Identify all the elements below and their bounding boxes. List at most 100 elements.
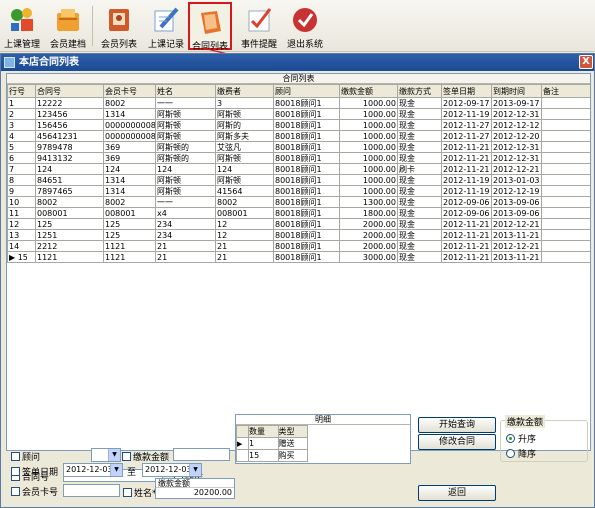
table-cell: 125 <box>35 218 104 230</box>
toolbar-contract-list-button[interactable]: 合同列表 <box>188 2 232 52</box>
close-button[interactable]: X <box>579 55 593 69</box>
chevron-down-icon: ▼ <box>108 449 120 461</box>
table-cell: 3000.00 <box>339 251 398 263</box>
table-row[interactable]: 3 156456 0000000008 阿斯顿 阿斯的 80018顾问1 1000.00 现金… <box>7 119 590 131</box>
name-checkbox[interactable]: 姓名* <box>123 486 157 499</box>
table-row[interactable]: 2 123456 1314 阿斯顿 阿斯顿 80018顾问1 1000.00 现金 2012-1… <box>7 108 590 120</box>
table-cell: 9789478 <box>35 141 104 153</box>
table-cell: 1314 <box>103 108 156 120</box>
table-cell <box>541 152 590 164</box>
column-header[interactable]: 缴款金额 <box>339 84 398 98</box>
table-cell: 123456 <box>35 108 104 120</box>
window-app-icon <box>4 57 15 68</box>
detail-grid[interactable]: 明细 数量 类型 ▶ 1 赠送 15 购买 <box>235 414 411 464</box>
toolbar-event-reminder-button[interactable]: 事件提醒 <box>238 2 280 50</box>
table-cell: 2013-09-06 <box>491 196 542 208</box>
toolbar-exit-button[interactable]: 退出系统 <box>285 2 325 50</box>
table-cell: 阿斯顿的 <box>155 141 216 153</box>
member-card-input[interactable] <box>63 484 120 497</box>
table-cell <box>541 185 590 197</box>
date-to-picker[interactable]: 2012-12-03 ▼ <box>142 463 202 477</box>
column-header[interactable]: 行号 <box>7 84 36 98</box>
table-cell: 阿斯的 <box>215 119 274 131</box>
member-card-checkbox[interactable]: 会员卡号 <box>11 485 58 498</box>
toolbar-class-record-button[interactable]: 上课记录 <box>146 2 186 50</box>
contract-grid[interactable]: 合同列表 行号 合同号 会员卡号 姓名 缴费者 顾问 缴款金额 缴款方式 签单日期 到期时间 备注 … <box>6 73 591 451</box>
table-cell: 125 <box>103 229 156 241</box>
table-row[interactable]: 6 9413132 369 阿斯顿的 阿斯顿 80018顾问1 1000.00 现金 2012-… <box>7 152 590 164</box>
column-header[interactable]: 备注 <box>541 84 590 98</box>
edit-contract-button[interactable]: 修改合同 <box>418 434 496 450</box>
table-cell: 阿斯顿 <box>155 174 216 186</box>
table-cell: 2012-11-21 <box>441 251 492 263</box>
table-row[interactable]: 4 45641231 0000000008 阿斯顿 阿斯多夫 80018顾问1 1000.0… <box>7 130 590 142</box>
column-header[interactable]: 姓名 <box>155 84 216 98</box>
sort-asc-radio[interactable]: 升序 <box>506 432 536 445</box>
table-row[interactable]: 8 84651 1314 阿斯顿 阿斯顿 80018顾问1 1000.00 现金 2012-11… <box>7 174 590 186</box>
table-cell <box>541 229 590 241</box>
table-cell: 4 <box>7 130 36 142</box>
table-cell: 80018顾问1 <box>273 185 340 197</box>
filter-panel-lower <box>6 500 591 508</box>
table-cell <box>541 218 590 230</box>
toolbar-class-manage-button[interactable]: 上课管理 <box>2 2 42 50</box>
column-header[interactable]: 缴费者 <box>215 84 274 98</box>
table-cell: 6 <box>7 152 36 164</box>
table-cell: 80018顾问1 <box>273 196 340 208</box>
back-button[interactable]: 返回 <box>418 485 496 501</box>
column-header[interactable]: 到期时间 <box>491 84 542 98</box>
column-header[interactable]: 会员卡号 <box>103 84 156 98</box>
table-cell: 1000.00 <box>339 174 398 186</box>
table-row[interactable]: 14 2212 1121 21 21 80018顾问1 2000.00 现金 2012-11-2… <box>7 240 590 252</box>
table-cell: 2012-12-31 <box>491 141 542 153</box>
detail-row[interactable]: ▶ 1 赠送 <box>236 437 308 450</box>
table-cell: 008001 <box>103 207 156 219</box>
table-cell: 1300.00 <box>339 196 398 208</box>
table-cell: 2013-09-17 <box>491 97 542 109</box>
table-cell: 21 <box>215 240 274 252</box>
table-cell: x4 <box>155 207 216 219</box>
column-header[interactable]: 合同号 <box>35 84 104 98</box>
class-record-icon <box>151 5 181 35</box>
table-cell: 1314 <box>103 185 156 197</box>
payment-amount-checkbox[interactable]: 缴款金额 <box>122 450 169 463</box>
column-header[interactable]: 缴款方式 <box>397 84 442 98</box>
table-row[interactable]: 13 1251 125 234 12 80018顾问1 2000.00 现金 2012-11-2… <box>7 229 590 241</box>
table-cell: 156456 <box>35 119 104 131</box>
table-cell: 80018顾问1 <box>273 97 340 109</box>
table-row[interactable]: 10 8002 8002 一一 8002 80018顾问1 1300.00 现金 2012-09… <box>7 196 590 208</box>
search-button[interactable]: 开始查询 <box>418 417 496 433</box>
table-cell: 2012-11-21 <box>441 163 492 175</box>
table-cell: 阿斯顿 <box>155 130 216 142</box>
table-cell: 124 <box>103 163 156 175</box>
table-cell: 现金 <box>397 130 442 142</box>
contract-list-window: 本店合同列表 X 合同列表 行号 合同号 会员卡号 姓名 缴费者 顾问 缴款金额 缴款方式 签单… <box>0 53 595 508</box>
date-from-picker[interactable]: 2012-12-03 ▼ <box>63 463 123 477</box>
table-cell: 阿斯顿 <box>215 108 274 120</box>
payment-amount-input[interactable] <box>173 448 230 461</box>
consultant-select[interactable]: ▼ <box>91 448 121 462</box>
toolbar-member-file-button[interactable]: 会员建档 <box>48 2 88 50</box>
table-cell: 80018顾问1 <box>273 174 340 186</box>
consultant-checkbox[interactable]: 顾问 <box>11 450 40 463</box>
table-cell: 1000.00 <box>339 130 398 142</box>
column-header[interactable]: 签单日期 <box>441 84 492 98</box>
detail-row[interactable]: 15 购买 <box>236 449 308 462</box>
window-title: 本店合同列表 <box>19 57 79 68</box>
table-row[interactable]: 7 124 124 124 124 80018顾问1 1000.00 刷卡 2012-11-21… <box>7 163 590 175</box>
sign-date-checkbox[interactable]: 签单日期 <box>11 465 58 478</box>
sort-desc-radio[interactable]: 降序 <box>506 447 536 460</box>
table-row[interactable]: 1 12222 8002 一一 3 80018顾问1 1000.00 现金 2012-09-17… <box>7 97 590 109</box>
column-header[interactable]: 顾问 <box>273 84 340 98</box>
table-row[interactable]: 9 7897465 1314 阿斯顿 41564 80018顾问1 1000.00 现金 201… <box>7 185 590 197</box>
table-cell: 9 <box>7 185 36 197</box>
table-row[interactable]: 5 9789478 369 阿斯顿的 艾弦凡 80018顾问1 1000.00 现金 2012-… <box>7 141 590 153</box>
toolbar: 上课管理 会员建档 会员列表 上课记录 合同列表 事件提醒 退出系统 <box>0 0 595 52</box>
table-cell: 7 <box>7 163 36 175</box>
toolbar-member-list-button[interactable]: 会员列表 <box>98 2 140 50</box>
table-cell: 1000.00 <box>339 97 398 109</box>
table-row[interactable]: ▶ 15 1121 1121 21 21 80018顾问1 3000.00 现金 2012-11… <box>7 251 590 263</box>
table-row[interactable]: 12 125 125 234 12 80018顾问1 2000.00 现金 2012-11-21… <box>7 218 590 230</box>
table-cell: 1000.00 <box>339 163 398 175</box>
table-row[interactable]: 11 008001 008001 x4 008001 80018顾问1 1800.00 现金 2… <box>7 207 590 219</box>
